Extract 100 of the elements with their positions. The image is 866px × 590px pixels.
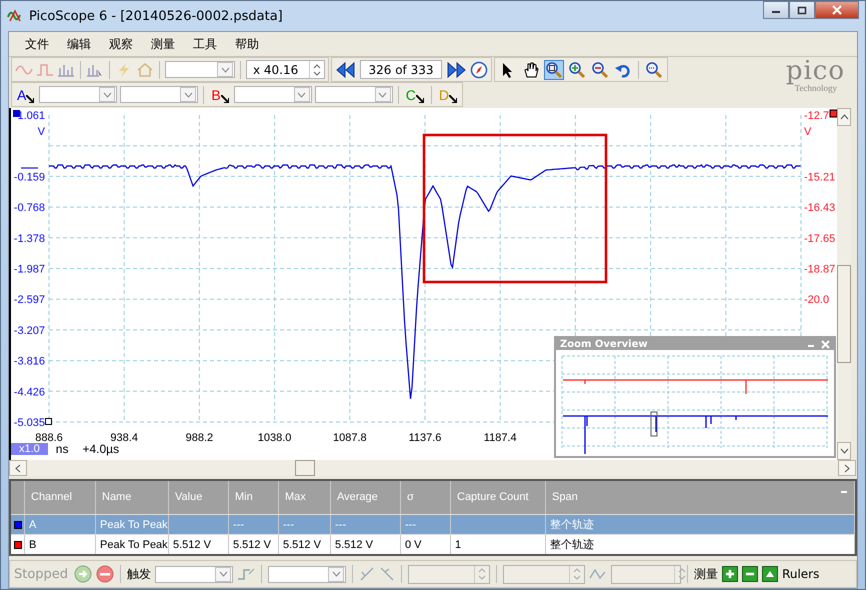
channel-button[interactable]: A bbox=[15, 86, 36, 102]
zoom-in-tool[interactable] bbox=[567, 60, 587, 80]
arrow-icon bbox=[416, 94, 424, 102]
maximize-button[interactable] bbox=[789, 1, 815, 19]
table-cell: 5.512 V bbox=[173, 538, 211, 550]
pretrigger-field[interactable] bbox=[503, 564, 586, 584]
window-title: PicoScope 6 - [20140526-0002.psdata] bbox=[29, 8, 283, 24]
coupling-dropdown[interactable] bbox=[314, 86, 393, 103]
horizontal-scrollbar[interactable] bbox=[9, 460, 856, 476]
vertical-scrollbar[interactable] bbox=[837, 108, 851, 460]
menu-item[interactable]: 帮助 bbox=[227, 34, 267, 54]
caret-icon bbox=[218, 571, 228, 577]
trigger-label: 触发 bbox=[127, 566, 152, 582]
caret-icon bbox=[378, 92, 388, 98]
y-axis-label: -1.378 bbox=[14, 232, 45, 245]
home-icon[interactable] bbox=[136, 62, 154, 78]
magnifier-icon bbox=[645, 60, 663, 78]
y-axis-label: -4.426 bbox=[14, 386, 45, 398]
zoom-full-tool[interactable] bbox=[644, 60, 664, 80]
y-axis-label: -1.987 bbox=[14, 264, 45, 276]
y-axis-label: 1.061 bbox=[17, 110, 45, 122]
rulers-label: Rulers bbox=[782, 567, 820, 581]
table-cell: 1 bbox=[455, 538, 462, 550]
x-axis-label: 938.4 bbox=[110, 432, 138, 444]
close-icon[interactable] bbox=[821, 340, 830, 348]
time-offset: +4.0µs bbox=[82, 442, 120, 456]
compass-icon[interactable] bbox=[470, 60, 488, 78]
app-icon bbox=[7, 9, 23, 23]
run-icon[interactable] bbox=[74, 565, 92, 583]
y-axis-label: -0.768 bbox=[14, 202, 45, 214]
table-cell: B bbox=[29, 538, 36, 550]
y-axis-label: -12.7 bbox=[804, 110, 830, 122]
caret-icon bbox=[332, 571, 341, 577]
caret-icon bbox=[220, 66, 230, 72]
trigger-source-dropdown[interactable] bbox=[268, 566, 346, 582]
caret-icon bbox=[102, 92, 112, 98]
zoom-out-icon bbox=[591, 60, 609, 78]
rising-edge-icon[interactable] bbox=[359, 566, 376, 582]
remove-icon[interactable] bbox=[742, 566, 758, 582]
threshold-field[interactable] bbox=[408, 564, 490, 584]
spin-arrows-icon bbox=[477, 566, 488, 582]
next-icon[interactable] bbox=[445, 60, 467, 78]
menu-item[interactable]: 测量 bbox=[143, 34, 183, 54]
previous-icon[interactable] bbox=[335, 60, 357, 78]
table-cell: 5.512 V bbox=[233, 538, 271, 550]
status-text: Stopped bbox=[14, 566, 68, 582]
dropdown[interactable] bbox=[165, 61, 235, 78]
add-icon[interactable] bbox=[722, 566, 738, 582]
arrow-icon bbox=[448, 94, 457, 102]
y-axis-label: -3.207 bbox=[14, 324, 45, 337]
range-dropdown[interactable] bbox=[234, 86, 312, 103]
x-axis-label: 1087.8 bbox=[332, 432, 367, 444]
arrow-icon bbox=[26, 94, 34, 102]
zoom-area-tool[interactable] bbox=[544, 60, 564, 80]
falling-edge-icon[interactable] bbox=[379, 566, 396, 582]
close-button[interactable] bbox=[815, 1, 859, 19]
panel-title: Zoom Overview bbox=[560, 338, 648, 350]
zoom-factor-field[interactable]: x 40.16 bbox=[246, 60, 325, 79]
y-axis-label: -15.21 bbox=[804, 171, 836, 184]
menu-item[interactable]: 工具 bbox=[185, 34, 225, 54]
x-axis-unit: ns bbox=[56, 442, 68, 456]
x-axis-label: 888.6 bbox=[35, 432, 63, 444]
y-axis-label: -2.597 bbox=[14, 294, 45, 306]
zoom-out-tool[interactable] bbox=[590, 60, 610, 80]
y-axis-label: -3.816 bbox=[14, 356, 45, 368]
measure-label: 测量 bbox=[694, 566, 718, 582]
menu-item[interactable]: 文件 bbox=[17, 34, 57, 54]
collapse-icon[interactable] bbox=[841, 491, 849, 495]
minimize-button[interactable] bbox=[763, 1, 789, 19]
table-cell: --- bbox=[233, 518, 244, 530]
menu-item[interactable]: 编辑 bbox=[59, 34, 99, 54]
pulse-wave-icon[interactable] bbox=[36, 62, 54, 78]
arrow-icon bbox=[220, 94, 229, 102]
y-axis-label: -18.87 bbox=[804, 264, 836, 276]
channel-a-marker bbox=[13, 110, 20, 117]
trigger-delay-icon[interactable] bbox=[589, 566, 608, 582]
x-axis-label: 1187.4 bbox=[484, 432, 517, 444]
edit-icon[interactable] bbox=[762, 566, 778, 582]
close-icon bbox=[831, 5, 843, 15]
spin-arrows-icon bbox=[677, 566, 688, 582]
y-axis-label: -17.65 bbox=[804, 232, 836, 245]
trigger-dropdown[interactable] bbox=[155, 566, 234, 582]
caret-icon bbox=[184, 92, 193, 98]
range-dropdown[interactable] bbox=[39, 86, 118, 103]
table-row[interactable]: B Peak To Peak 5.512 V 5.512 V 5.512 V 5.512 V 0 V 1 整个轨迹 bbox=[11, 534, 855, 554]
hand-icon bbox=[522, 60, 540, 78]
coupling-dropdown[interactable] bbox=[120, 86, 198, 103]
buffer-field[interactable]: 326 of 333 bbox=[360, 60, 442, 79]
menu-item[interactable]: 观察 bbox=[101, 34, 141, 54]
y-axis-label: -0.159 bbox=[14, 171, 45, 184]
table-cell-text: 整个轨迹 bbox=[550, 538, 594, 552]
logo-tagline: Technology bbox=[794, 83, 837, 93]
restore-icon bbox=[797, 6, 807, 14]
table-cell: 5.512 V bbox=[283, 538, 321, 550]
stop-icon[interactable] bbox=[96, 565, 114, 583]
spin-arrows-icon bbox=[312, 62, 322, 78]
trigger-edge-icon[interactable] bbox=[237, 566, 256, 582]
table-cell: 0 V bbox=[405, 538, 422, 550]
table-cell: Peak To Peak bbox=[100, 538, 168, 550]
logo: pico bbox=[786, 59, 845, 83]
